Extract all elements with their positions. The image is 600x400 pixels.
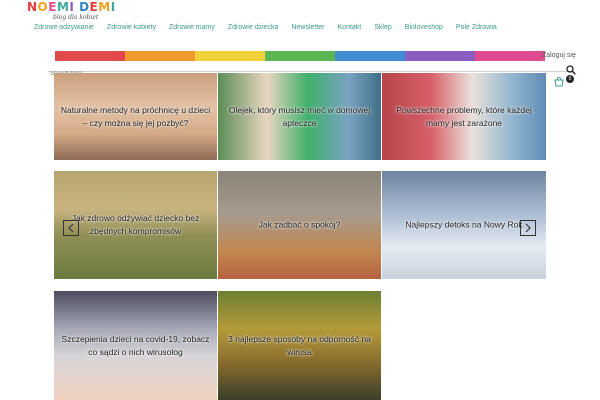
post-tile[interactable]: Naturalne metody na próchnicę u dzieci –…: [54, 73, 217, 160]
post-tile[interactable]: Szczepienia dzieci na covid-19, zobacz c…: [54, 291, 217, 400]
nav-item[interactable]: Zdrowie mamy: [169, 24, 215, 31]
nav-item[interactable]: Sklep: [374, 24, 392, 31]
cart-count-badge: 0: [566, 75, 574, 83]
color-strip-segment: [125, 51, 195, 61]
color-strip-segment: [265, 51, 335, 61]
slider-prev-button[interactable]: [63, 220, 79, 236]
cart-icon[interactable]: [554, 74, 564, 87]
nav-item[interactable]: Newsletter: [291, 24, 324, 31]
color-strip-segment: [55, 51, 125, 61]
post-tile[interactable]: Jak zadbać o spokój?: [218, 171, 381, 279]
search-bar: [48, 62, 574, 79]
decorative-color-strip: [55, 51, 545, 61]
post-title: Szczepienia dzieci na covid-19, zobacz c…: [61, 333, 210, 357]
logo-wordmark: NOEMI DEMI: [27, 1, 137, 13]
post-title: Jak zadbać o spokój?: [258, 219, 341, 230]
site-logo[interactable]: NOEMI DEMI blog dla kobiet: [27, 1, 137, 23]
nav-item[interactable]: Zdrowie dziecka: [228, 24, 279, 31]
main-nav: Zdrowe odżywianie Zdrowie kobiety Zdrowie …: [34, 24, 497, 31]
color-strip-segment: [195, 51, 265, 61]
post-title: 3 najlepsze sposoby na odporność na wiru…: [228, 333, 371, 357]
login-link[interactable]: Zaloguj się: [542, 52, 576, 59]
chevron-right-icon: [525, 223, 531, 233]
logo-letter: I: [110, 0, 116, 14]
color-strip-segment: [335, 51, 405, 61]
nav-item[interactable]: Kontakt: [338, 24, 362, 31]
post-title: Olejek, który musisz mieć w domowej apte…: [228, 104, 371, 128]
nav-item[interactable]: Zdrowe odżywianie: [34, 24, 94, 31]
post-title: Jak zdrowo odżywiać dziecko bez zbędnych…: [71, 213, 200, 236]
slider-next-button[interactable]: [520, 220, 536, 236]
logo-letter: M: [98, 0, 111, 14]
logo-letter: N: [27, 0, 38, 14]
post-title: Powszechne problemy, które każdej mamy j…: [396, 104, 532, 128]
post-title: Naturalne metody na próchnicę u dzieci –…: [60, 104, 211, 128]
post-title: Najlepszy detoks na Nowy Rok: [405, 219, 523, 230]
nav-item[interactable]: Bioloveshop: [405, 24, 443, 31]
nav-item[interactable]: Zdrowie kobiety: [107, 24, 156, 31]
chevron-left-icon: [68, 223, 74, 233]
search-icon[interactable]: [566, 62, 576, 75]
color-strip-segment: [405, 51, 475, 61]
post-tile[interactable]: Olejek, który musisz mieć w domowej apte…: [218, 73, 381, 160]
color-strip-segment: [475, 51, 545, 61]
logo-tagline: blog dla kobiet: [53, 14, 99, 21]
logo-letter: E: [89, 0, 99, 14]
post-tile[interactable]: Powszechne problemy, które każdej mamy j…: [382, 73, 546, 160]
logo-letter: M: [56, 0, 70, 14]
nav-item[interactable]: Pole Zdrowia: [456, 24, 497, 31]
logo-letter: E: [48, 0, 57, 14]
logo-letter: D: [79, 0, 90, 14]
logo-letter: O: [37, 0, 49, 14]
post-tile[interactable]: 3 najlepsze sposoby na odporność na wiru…: [218, 291, 381, 400]
